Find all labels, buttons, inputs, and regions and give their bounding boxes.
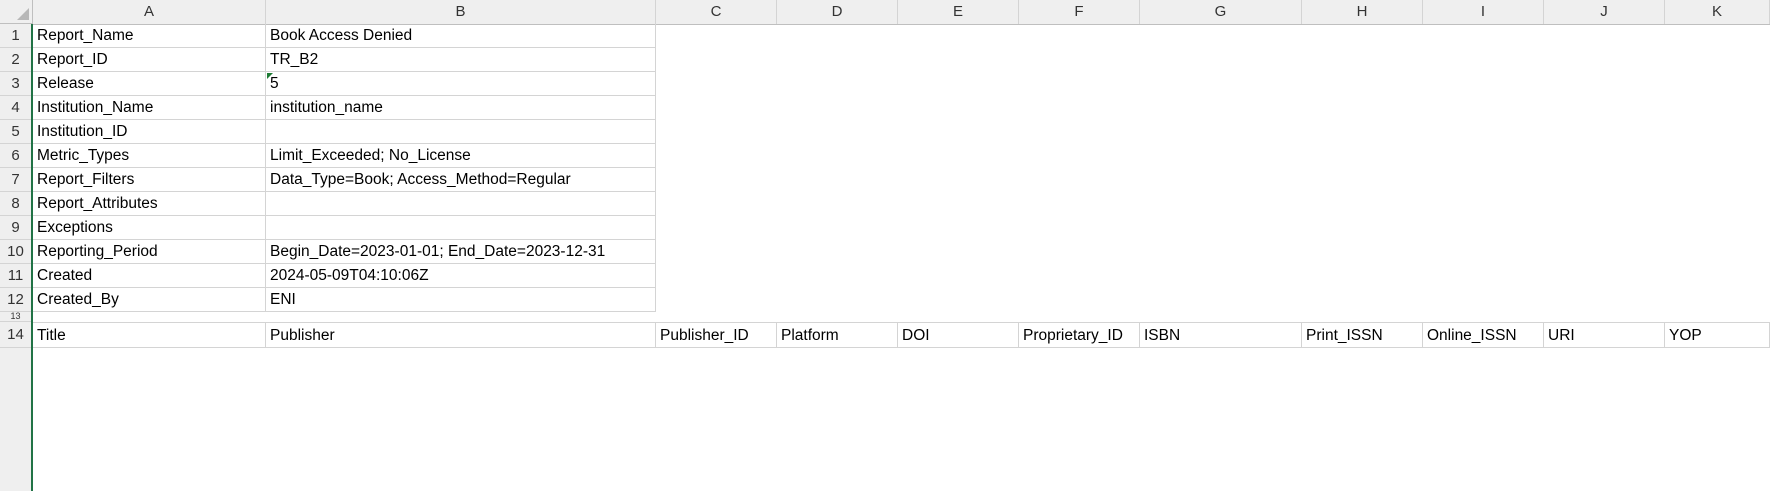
cell-b3[interactable]: 5 [266, 72, 656, 96]
row-header-14[interactable]: 14 [0, 322, 31, 348]
cell-b14[interactable]: Publisher [266, 322, 656, 348]
row-header-12[interactable]: 12 [0, 288, 31, 312]
number-as-text-indicator-icon [267, 73, 273, 79]
cell-b5[interactable] [266, 120, 656, 144]
cell-a11[interactable]: Created [33, 264, 266, 288]
column-header-a[interactable]: A [33, 0, 266, 24]
cell-h14[interactable]: Print_ISSN [1302, 322, 1423, 348]
cell-e14[interactable]: DOI [898, 322, 1019, 348]
cell-b12[interactable]: ENI [266, 288, 656, 312]
cell-b9[interactable] [266, 216, 656, 240]
row-header-2[interactable]: 2 [0, 48, 31, 72]
row-header-10[interactable]: 10 [0, 240, 31, 264]
cell-b10[interactable]: Begin_Date=2023-01-01; End_Date=2023-12-… [266, 240, 656, 264]
cell-a4[interactable]: Institution_Name [33, 96, 266, 120]
column-header-g[interactable]: G [1140, 0, 1302, 24]
cell-b7[interactable]: Data_Type=Book; Access_Method=Regular [266, 168, 656, 192]
row-header-7[interactable]: 7 [0, 168, 31, 192]
column-header-f[interactable]: F [1019, 0, 1140, 24]
column-header-e[interactable]: E [898, 0, 1019, 24]
cell-b2[interactable]: TR_B2 [266, 48, 656, 72]
column-header-k[interactable]: K [1665, 0, 1770, 24]
row-header-bar: 1 2 3 4 5 6 7 8 9 10 11 12 13 14 [0, 24, 33, 491]
cell-a12[interactable]: Created_By [33, 288, 266, 312]
cell-b4[interactable]: institution_name [266, 96, 656, 120]
cell-a14[interactable]: Title [33, 322, 266, 348]
row-header-3[interactable]: 3 [0, 72, 31, 96]
cell-b11[interactable]: 2024-05-09T04:10:06Z [266, 264, 656, 288]
cell-a3[interactable]: Release [33, 72, 266, 96]
cell-i14[interactable]: Online_ISSN [1423, 322, 1544, 348]
cell-b8[interactable] [266, 192, 656, 216]
cell-b6[interactable]: Limit_Exceeded; No_License [266, 144, 656, 168]
cell-a2[interactable]: Report_ID [33, 48, 266, 72]
cell-g14[interactable]: ISBN [1140, 322, 1302, 348]
column-header-bar: ABCDEFGHIJK [33, 0, 1770, 25]
cell-a7[interactable]: Report_Filters [33, 168, 266, 192]
row-header-6[interactable]: 6 [0, 144, 31, 168]
cell-d14[interactable]: Platform [777, 322, 898, 348]
row-header-5[interactable]: 5 [0, 120, 31, 144]
select-all-corner[interactable] [0, 0, 33, 24]
cell-c14[interactable]: Publisher_ID [656, 322, 777, 348]
cell-a8[interactable]: Report_Attributes [33, 192, 266, 216]
column-header-d[interactable]: D [777, 0, 898, 24]
row-header-9[interactable]: 9 [0, 216, 31, 240]
column-header-c[interactable]: C [656, 0, 777, 24]
row-header-13[interactable]: 13 [0, 312, 31, 322]
column-header-j[interactable]: J [1544, 0, 1665, 24]
cell-a9[interactable]: Exceptions [33, 216, 266, 240]
row-header-11[interactable]: 11 [0, 264, 31, 288]
column-header-h[interactable]: H [1302, 0, 1423, 24]
select-all-icon [17, 8, 29, 20]
cell-j14[interactable]: URI [1544, 322, 1665, 348]
cell-a5[interactable]: Institution_ID [33, 120, 266, 144]
cell-a1[interactable]: Report_Name [33, 24, 266, 48]
cell-a10[interactable]: Reporting_Period [33, 240, 266, 264]
cell-a6[interactable]: Metric_Types [33, 144, 266, 168]
row-header-1[interactable]: 1 [0, 24, 31, 48]
column-header-i[interactable]: I [1423, 0, 1544, 24]
row-header-8[interactable]: 8 [0, 192, 31, 216]
column-header-b[interactable]: B [266, 0, 656, 24]
spreadsheet: ABCDEFGHIJK 1 2 3 4 5 6 7 8 9 10 11 12 13 14 Report_N… [0, 0, 1770, 491]
cell-f14[interactable]: Proprietary_ID [1019, 322, 1140, 348]
row-header-4[interactable]: 4 [0, 96, 31, 120]
cell-b1[interactable]: Book Access Denied [266, 24, 656, 48]
cell-k14[interactable]: YOP [1665, 322, 1770, 348]
